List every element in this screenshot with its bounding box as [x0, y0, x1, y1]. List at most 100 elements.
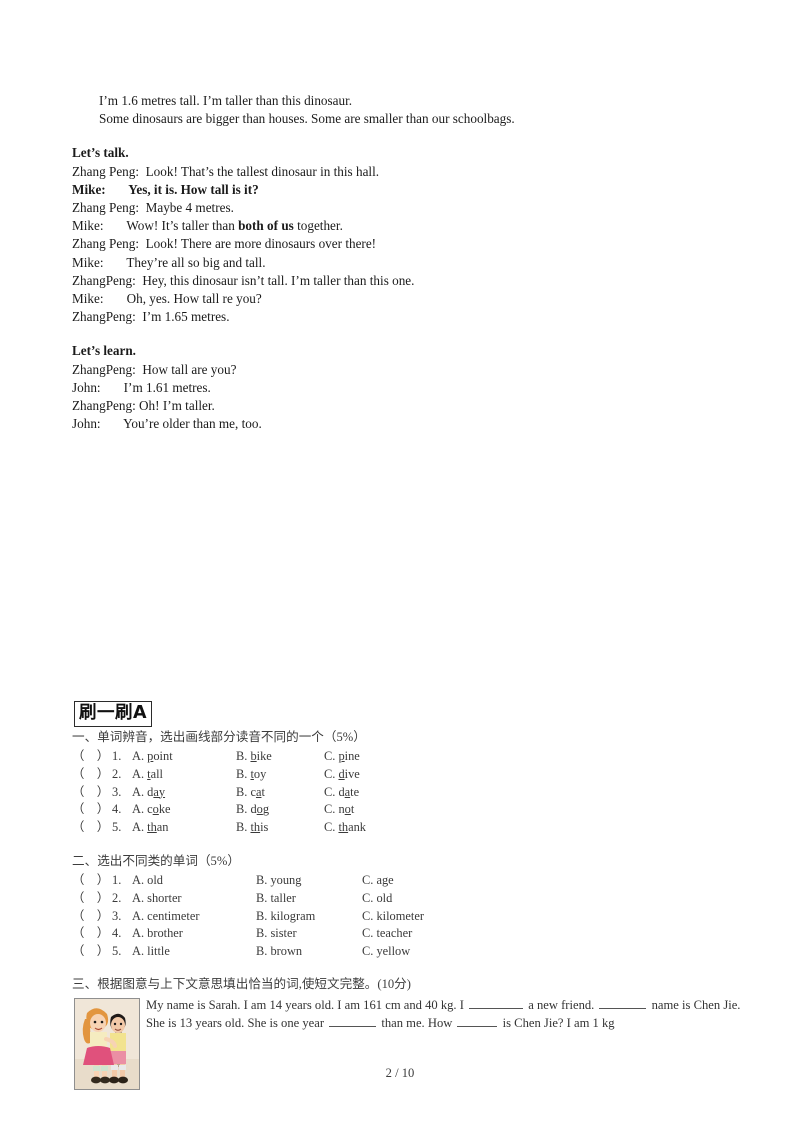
- option-c[interactable]: C. age: [362, 872, 394, 890]
- option-c[interactable]: C. dive: [324, 766, 360, 784]
- option-c-text: old: [376, 890, 393, 905]
- cloze-blank-4[interactable]: [457, 1014, 498, 1028]
- table-row: （ ） 5. A. than B. this C. thank: [72, 819, 744, 837]
- talk-speaker-9: ZhangPeng:: [72, 309, 136, 325]
- option-c[interactable]: C. date: [324, 784, 359, 802]
- option-a[interactable]: A. than: [132, 819, 236, 837]
- cloze-paragraph: My name is Sarah. I am 14 years old. I a…: [146, 996, 744, 1033]
- option-a-underlined: ay: [153, 784, 166, 799]
- option-a[interactable]: A. old: [132, 872, 256, 890]
- option-b[interactable]: B. brown: [256, 943, 362, 961]
- cloze-part-4: than me. How: [378, 1016, 456, 1031]
- option-c[interactable]: C. kilometer: [362, 908, 424, 926]
- answer-blank-paren[interactable]: （ ）: [72, 819, 112, 837]
- brush-exercise-title: 刷一刷A: [79, 703, 148, 723]
- option-c[interactable]: C. old: [362, 890, 392, 908]
- learn-line-2: John: I’m 1.61 metres.: [72, 379, 732, 397]
- section-two-items: （ ） 1. A. old B. young C. age （ ） 2. A. shorte…: [72, 872, 744, 961]
- option-a[interactable]: A. point: [132, 748, 236, 766]
- talk-text-8: Oh, yes. How tall re you?: [103, 291, 262, 307]
- learn-speaker-3: ZhangPeng:: [72, 398, 136, 414]
- option-a[interactable]: A. coke: [132, 801, 236, 819]
- option-a[interactable]: A. shorter: [132, 890, 256, 908]
- talk-line-1: Zhang Peng: Look! That’s the tallest din…: [72, 163, 732, 181]
- option-c[interactable]: C. thank: [324, 819, 366, 837]
- answer-blank-paren[interactable]: （ ）: [72, 748, 112, 766]
- option-c[interactable]: C. not: [324, 801, 354, 819]
- answer-blank-paren[interactable]: （ ）: [72, 890, 112, 908]
- option-c-post: t: [350, 802, 355, 817]
- option-b[interactable]: B. cat: [236, 784, 324, 802]
- option-b-post: is: [260, 820, 269, 835]
- option-c-text: age: [376, 872, 394, 887]
- table-row: （ ） 5. A. little B. brown C. yellow: [72, 943, 744, 961]
- option-b[interactable]: B. sister: [256, 925, 362, 943]
- option-c-post: ank: [348, 820, 366, 835]
- item-number: 1.: [112, 749, 122, 763]
- option-a[interactable]: A. day: [132, 784, 236, 802]
- option-b-post: t: [261, 784, 265, 799]
- option-c-post: te: [350, 784, 360, 799]
- option-b-text: kilogram: [270, 908, 316, 923]
- learn-line-1: ZhangPeng: How tall are you?: [72, 361, 732, 379]
- item-number: 3.: [112, 784, 122, 799]
- item-number: 5.: [112, 944, 122, 959]
- option-a[interactable]: A. tall: [132, 766, 236, 784]
- option-a[interactable]: A. centimeter: [132, 908, 256, 926]
- option-a-text: little: [147, 944, 170, 959]
- cloze-blank-2[interactable]: [599, 996, 647, 1009]
- item-number: 4.: [112, 926, 122, 941]
- brush-exercise-title-box: 刷一刷A: [74, 701, 153, 727]
- answer-blank-paren[interactable]: （ ）: [72, 872, 112, 890]
- option-a-underlined: th: [147, 820, 157, 835]
- option-c-underlined: th: [338, 820, 349, 835]
- option-a[interactable]: A. brother: [132, 925, 256, 943]
- talk-text-4-tail: together.: [293, 218, 343, 234]
- option-a-post: all: [150, 766, 163, 781]
- option-c[interactable]: C. pine: [324, 748, 360, 766]
- section-three-heading: 三、根据图意与上下文意思填出恰当的词,使短文完整。(10分): [72, 976, 411, 991]
- answer-blank-paren[interactable]: （ ）: [72, 943, 112, 961]
- option-b[interactable]: B. dog: [236, 801, 324, 819]
- talk-speaker-5: Zhang Peng:: [72, 236, 140, 252]
- option-b[interactable]: B. young: [256, 872, 362, 890]
- option-b-text: taller: [270, 890, 296, 905]
- option-a-post: an: [156, 820, 169, 835]
- talk-text-7: Hey, this dinosaur isn’t tall. I’m talle…: [135, 272, 415, 288]
- option-a-post: oint: [153, 749, 173, 763]
- option-a[interactable]: A. little: [132, 943, 256, 961]
- option-b[interactable]: B. toy: [236, 766, 324, 784]
- cloze-blank-3[interactable]: [329, 1014, 377, 1028]
- talk-speaker-4: Mike:: [72, 218, 104, 234]
- cloze-blank-1[interactable]: [469, 996, 524, 1009]
- option-c-post: ine: [344, 749, 360, 763]
- answer-blank-paren[interactable]: （ ）: [72, 766, 112, 784]
- option-b-underlined: th: [250, 820, 261, 835]
- option-b[interactable]: B. kilogram: [256, 908, 362, 926]
- talk-line-3: Zhang Peng: Maybe 4 metres.: [72, 199, 732, 217]
- option-c-text: teacher: [376, 926, 413, 941]
- option-b-text: young: [270, 872, 302, 887]
- talk-line-9: ZhangPeng: I’m 1.65 metres.: [72, 308, 732, 326]
- answer-blank-paren[interactable]: （ ）: [72, 908, 112, 926]
- talk-text-4-emphasis: both of us: [238, 218, 294, 234]
- page-footer: 2 / 10: [0, 1066, 800, 1081]
- answer-blank-paren[interactable]: （ ）: [72, 784, 112, 802]
- learn-line-3: ZhangPeng: Oh! I’m taller.: [72, 397, 732, 415]
- learn-text-1: How tall are you?: [135, 361, 237, 377]
- option-c-post: ive: [344, 766, 360, 781]
- option-c[interactable]: C. yellow: [362, 943, 410, 961]
- option-b[interactable]: B. this: [236, 819, 324, 837]
- option-b[interactable]: B. taller: [256, 890, 362, 908]
- option-b[interactable]: B. bike: [236, 748, 324, 766]
- cloze-part-1: My name is Sarah. I am 14 years old. I a…: [146, 997, 468, 1012]
- item-number: 4.: [112, 802, 122, 817]
- table-row: （ ） 4. A. brother B. sister C. teacher: [72, 925, 744, 943]
- table-row: （ ） 1. A. point B. bike C. pine: [72, 748, 744, 766]
- option-c[interactable]: C. teacher: [362, 925, 412, 943]
- learn-speaker-2: John:: [72, 379, 101, 395]
- answer-blank-paren[interactable]: （ ）: [72, 801, 112, 819]
- answer-blank-paren[interactable]: （ ）: [72, 925, 112, 943]
